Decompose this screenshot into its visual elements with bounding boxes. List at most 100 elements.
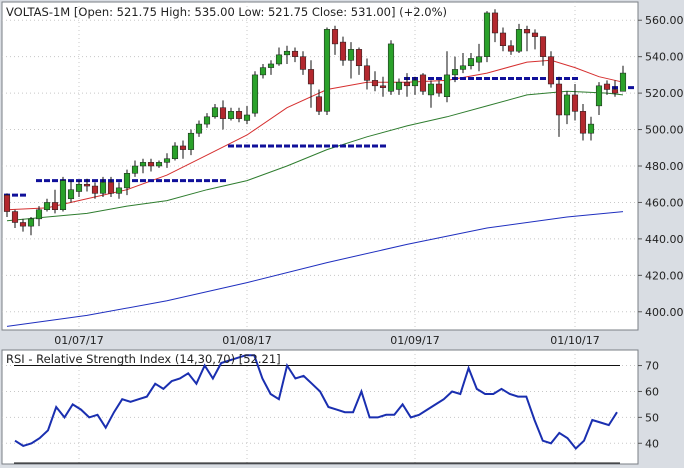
candle-body	[427, 83, 435, 96]
close-value: 531.00	[351, 5, 391, 19]
candle-body	[91, 185, 99, 194]
candle-body	[547, 56, 555, 85]
change-value: (+2.0%)	[399, 5, 447, 19]
candle	[547, 51, 555, 88]
candle-body	[251, 74, 259, 114]
candle-body	[307, 69, 315, 85]
candle-body	[347, 49, 355, 61]
candle-body	[51, 202, 59, 210]
candle-body	[507, 45, 515, 52]
candle-body	[19, 222, 27, 227]
candle-body	[579, 111, 587, 134]
candle-body	[227, 111, 235, 119]
candle-body	[395, 81, 403, 90]
candle	[251, 71, 259, 117]
rsi-y-tick-label: 70	[645, 360, 659, 373]
price-x-tick-label: 01/10/17	[550, 334, 599, 347]
candle-body	[203, 116, 211, 125]
candle-body	[155, 162, 163, 167]
candle-body	[179, 145, 187, 150]
price-y-tick-label: 480.00	[645, 160, 684, 173]
candle-body	[475, 56, 483, 63]
candle-body	[195, 123, 203, 134]
candle-body	[355, 49, 363, 67]
candle-body	[275, 54, 283, 65]
rsi-y-tick-label: 50	[645, 411, 659, 424]
open-value: 521.75	[117, 5, 157, 19]
candle-body	[371, 80, 379, 87]
candle-body	[59, 180, 67, 210]
candle-body	[539, 36, 547, 57]
candle-body	[315, 96, 323, 112]
candle-body	[611, 89, 619, 94]
candle-body	[67, 189, 75, 200]
candle-body	[619, 72, 627, 92]
price-y-tick-label: 440.00	[645, 233, 684, 246]
candle-body	[131, 165, 139, 174]
candle-body	[379, 85, 387, 88]
rsi-header: RSI - Relative Strength Index (14,30,70)…	[6, 352, 281, 366]
candle-body	[387, 43, 395, 92]
candle-body	[139, 162, 147, 167]
candle-body	[283, 50, 291, 56]
price-chart-header: VOLTAS-1M [Open: 521.75 High: 535.00 Low…	[6, 5, 447, 19]
candle-body	[523, 29, 531, 34]
candle-body	[403, 81, 411, 87]
price-y-tick-label: 520.00	[645, 87, 684, 100]
price-y-tick-label: 500.00	[645, 124, 684, 137]
candle-body	[267, 63, 275, 68]
candle-body	[603, 83, 611, 90]
candle	[483, 11, 491, 63]
price-y-axis: 400.00 420.00 440.00 460.00 480.00 500.00 520.…	[638, 14, 684, 319]
price-x-tick-label: 01/09/17	[390, 334, 439, 347]
candle-body	[99, 182, 107, 194]
candle-body	[163, 158, 171, 163]
price-x-tick-label: 01/07/17	[54, 334, 103, 347]
candle-body	[531, 32, 539, 37]
candle-body	[587, 123, 595, 134]
candle	[387, 40, 395, 95]
candle-body	[211, 107, 219, 118]
open-label: Open:	[78, 5, 113, 19]
candle-body	[27, 218, 35, 227]
price-x-axis: 01/07/17 01/08/17 01/09/17 01/10/17	[54, 334, 599, 347]
candle-body	[11, 211, 19, 223]
close-label: Close:	[312, 5, 347, 19]
candle-body	[219, 107, 227, 119]
low-value: 521.75	[268, 5, 308, 19]
candle-body	[187, 132, 195, 150]
low-label: Low:	[238, 5, 264, 19]
candle-body	[291, 50, 299, 57]
candle-body	[595, 85, 603, 107]
candle-body	[83, 183, 91, 187]
candle-body	[107, 182, 115, 194]
candle-body	[299, 56, 307, 70]
candle-body	[3, 194, 11, 212]
candle-body	[499, 32, 507, 46]
candle-body	[571, 94, 579, 112]
candle-body	[443, 74, 451, 98]
candle-body	[323, 29, 331, 112]
price-y-tick-label: 420.00	[645, 269, 684, 282]
rsi-y-axis: 40 50 60 70	[638, 360, 659, 450]
price-y-tick-label: 560.00	[645, 14, 684, 27]
high-label: High:	[161, 5, 191, 19]
candle-body	[147, 162, 155, 167]
candle-body	[411, 80, 419, 87]
price-x-tick-label: 01/08/17	[222, 334, 271, 347]
chart-canvas: 400.00 420.00 440.00 460.00 480.00 500.00 520.…	[1, 1, 684, 465]
high-value: 535.00	[195, 5, 235, 19]
rsi-chart-area	[1, 349, 639, 465]
price-y-tick-label: 540.00	[645, 51, 684, 64]
candle-body	[555, 83, 563, 116]
candle-body	[35, 209, 43, 220]
candle-body	[75, 183, 83, 192]
candle-body	[563, 94, 571, 116]
candle-body	[491, 12, 499, 34]
candle-body	[363, 65, 371, 81]
candle-body	[123, 173, 131, 189]
candle-body	[467, 58, 475, 67]
candle	[323, 27, 331, 115]
rsi-y-tick-label: 40	[645, 437, 659, 450]
price-y-tick-label: 460.00	[645, 196, 684, 209]
